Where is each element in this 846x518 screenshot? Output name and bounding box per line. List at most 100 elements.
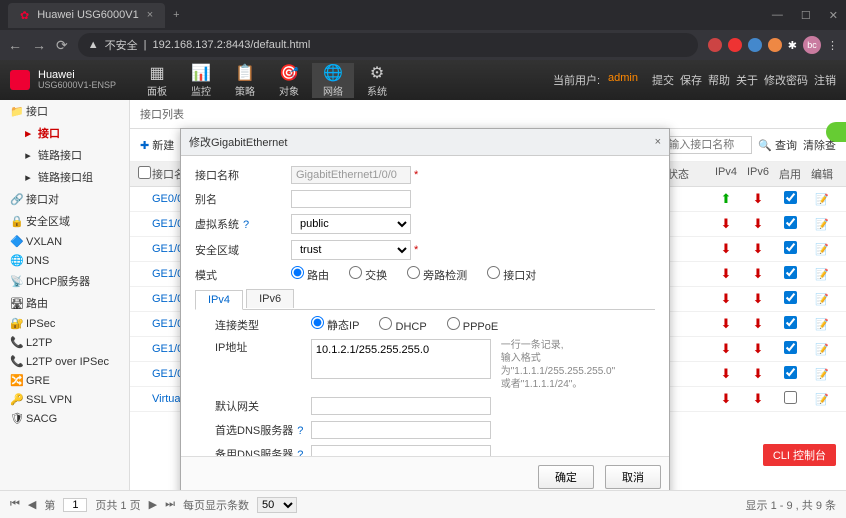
enable-checkbox[interactable] [784,291,797,304]
url-input[interactable]: ▲ 不安全 | 192.168.137.2:8443/default.html [78,33,698,57]
back-icon[interactable]: ← [8,37,22,53]
page-title: 接口列表 [130,100,846,129]
avatar[interactable]: bc [803,36,821,54]
enable-checkbox[interactable] [784,391,797,404]
edit-icon[interactable]: 📝 [806,368,838,381]
query-button[interactable]: 🔍查询 [758,137,797,153]
sidebar: 📁接口▸接口▸链路接口▸链路接口组🔗接口对🔒安全区域🔷VXLAN🌐DNS📡DHC… [0,100,130,490]
header-link[interactable]: 修改密码 [764,75,808,87]
header-link[interactable]: 保存 [680,75,702,87]
edit-icon[interactable]: 📝 [806,318,838,331]
help-icon[interactable]: ? [297,449,303,456]
tab-ipv4[interactable]: IPv4 [195,290,243,310]
label-dns1: 首选DNS服务器 [215,425,293,437]
enable-checkbox[interactable] [784,316,797,329]
cancel-button[interactable]: 取消 [605,465,661,489]
minimize-icon[interactable]: — [772,9,783,22]
reload-icon[interactable]: ⟳ [56,37,68,54]
help-icon[interactable]: ? [297,425,303,437]
forward-icon[interactable]: → [32,37,46,53]
vsys-select[interactable]: public [291,214,411,234]
cli-console-button[interactable]: CLI 控制台 [763,444,836,466]
close-icon[interactable]: × [147,9,153,21]
sidebar-item-链路接口[interactable]: ▸链路接口 [0,144,129,166]
sidebar-item-链路接口组[interactable]: ▸链路接口组 [0,166,129,188]
new-button[interactable]: ✚新建 [140,137,174,153]
url-text: 192.168.137.2:8443/default.html [152,39,310,51]
sidebar-item-路由[interactable]: 🛣路由 [0,292,129,314]
modal-close-icon[interactable]: × [655,136,661,148]
alias-input[interactable] [291,190,411,208]
menu-icon[interactable]: ⋮ [827,39,838,52]
app-header: Huawei USG6000V1-ENSP ▦面板📊监控📋策略🎯对象🌐网络⚙系统… [0,60,846,100]
sidebar-item-VXLAN[interactable]: 🔷VXLAN [0,232,129,251]
header-link[interactable]: 关于 [736,75,758,87]
label-conntype: 连接类型 [215,317,311,333]
sidebar-item-L2TP over IPSec[interactable]: 📞L2TP over IPSec [0,352,129,371]
sidebar-item-接口对[interactable]: 🔗接口对 [0,188,129,210]
ip-textarea[interactable]: 10.1.2.1/255.255.255.0 [311,339,491,379]
edit-icon[interactable]: 📝 [806,393,838,406]
current-user: admin [608,72,638,88]
ok-button[interactable]: 确定 [538,465,594,489]
dns1-input[interactable] [311,421,491,439]
sidebar-item-SSL VPN[interactable]: 🔑SSL VPN [0,390,129,409]
edit-icon[interactable]: 📝 [806,218,838,231]
conn-radio[interactable]: DHCP [379,317,426,333]
enable-checkbox[interactable] [784,266,797,279]
browser-tab[interactable]: ✿ Huawei USG6000V1 × [8,3,165,28]
close-window-icon[interactable]: ✕ [829,9,838,22]
sidebar-item-DNS[interactable]: 🌐DNS [0,251,129,270]
conn-radio[interactable]: PPPoE [447,317,499,333]
header-link[interactable]: 帮助 [708,75,730,87]
mode-radio[interactable]: 路由 [291,266,329,283]
enable-checkbox[interactable] [784,241,797,254]
edit-icon[interactable]: 📝 [806,268,838,281]
ext-icon[interactable] [748,38,762,52]
conn-radio[interactable]: 静态IP [311,316,359,333]
mode-radio[interactable]: 接口对 [487,266,536,283]
edit-icon[interactable]: 📝 [806,243,838,256]
enable-checkbox[interactable] [784,366,797,379]
sidebar-item-GRE[interactable]: 🔀GRE [0,371,129,390]
enable-checkbox[interactable] [784,191,797,204]
sidebar-item-接口[interactable]: 📁接口 [0,100,129,122]
sidebar-item-SACG[interactable]: 🛡SACG [0,409,129,428]
ext-icon[interactable] [728,38,742,52]
col-ipv6: IPv6 [742,166,774,182]
sidebar-item-IPSec[interactable]: 🔐IPSec [0,314,129,333]
zone-select[interactable]: trust [291,240,411,260]
sidebar-item-安全区域[interactable]: 🔒安全区域 [0,210,129,232]
sidebar-item-L2TP[interactable]: 📞L2TP [0,333,129,352]
tab-ipv6[interactable]: IPv6 [246,289,294,308]
nav-面板[interactable]: ▦面板 [136,63,178,98]
header-link[interactable]: 注销 [814,75,836,87]
header-link[interactable]: 提交 [652,75,674,87]
dns2-input[interactable] [311,445,491,456]
mode-radio[interactable]: 旁路检测 [407,266,467,283]
nav-对象[interactable]: 🎯对象 [268,63,310,98]
edit-icon[interactable]: 📝 [806,193,838,206]
puzzle-icon[interactable]: ✱ [788,39,797,52]
enable-checkbox[interactable] [784,216,797,229]
edit-icon[interactable]: 📝 [806,293,838,306]
nav-系统[interactable]: ⚙系统 [356,63,398,98]
enable-checkbox[interactable] [784,341,797,354]
help-icon[interactable]: ? [243,219,249,231]
sidebar-item-DHCP服务器[interactable]: 📡DHCP服务器 [0,270,129,292]
nav-监控[interactable]: 📊监控 [180,63,222,98]
select-all-checkbox[interactable] [138,166,151,179]
nav-网络[interactable]: 🌐网络 [312,63,354,98]
perpage-select[interactable]: 50 [257,497,297,513]
sidebar-item-接口[interactable]: ▸接口 [0,122,129,144]
status-badge-icon[interactable] [826,122,846,142]
edit-icon[interactable]: 📝 [806,343,838,356]
ext-icon[interactable] [768,38,782,52]
gateway-input[interactable] [311,397,491,415]
nav-策略[interactable]: 📋策略 [224,63,266,98]
maximize-icon[interactable]: ☐ [801,9,811,22]
new-tab-icon[interactable]: + [173,9,179,21]
mode-radio[interactable]: 交换 [349,266,387,283]
ext-icon[interactable] [708,38,722,52]
label-mode: 模式 [195,267,291,283]
